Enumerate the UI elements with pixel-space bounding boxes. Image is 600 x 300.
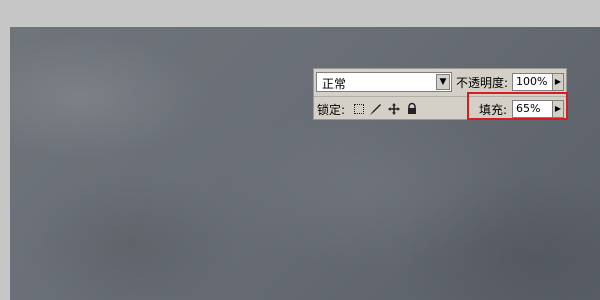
fill-label: 填充: xyxy=(479,103,508,117)
lock-position-icon[interactable] xyxy=(387,102,401,116)
opacity-input[interactable]: 100% xyxy=(512,73,556,91)
blend-opacity-row: 正常 ▼ 不透明度: 100% ▶ xyxy=(314,70,566,94)
lock-transparent-pixels-icon[interactable] xyxy=(354,104,364,114)
layers-options-bar: 正常 ▼ 不透明度: 100% ▶ 锁定: 填充: 65% ▶ xyxy=(313,68,567,120)
dropdown-arrow-icon[interactable]: ▼ xyxy=(436,74,450,90)
blend-mode-value: 正常 xyxy=(322,77,347,91)
fill-stepper-icon[interactable]: ▶ xyxy=(552,100,564,118)
opacity-label: 不透明度: xyxy=(456,76,509,90)
lock-fill-row: 锁定: 填充: 65% ▶ xyxy=(314,96,566,121)
blend-mode-select[interactable]: 正常 ▼ xyxy=(316,72,452,92)
fill-input[interactable]: 65% xyxy=(512,100,556,118)
lock-image-pixels-icon[interactable] xyxy=(369,102,383,116)
opacity-stepper-icon[interactable]: ▶ xyxy=(552,73,564,91)
lock-label: 锁定: xyxy=(317,103,346,117)
lock-all-icon[interactable] xyxy=(405,102,419,116)
